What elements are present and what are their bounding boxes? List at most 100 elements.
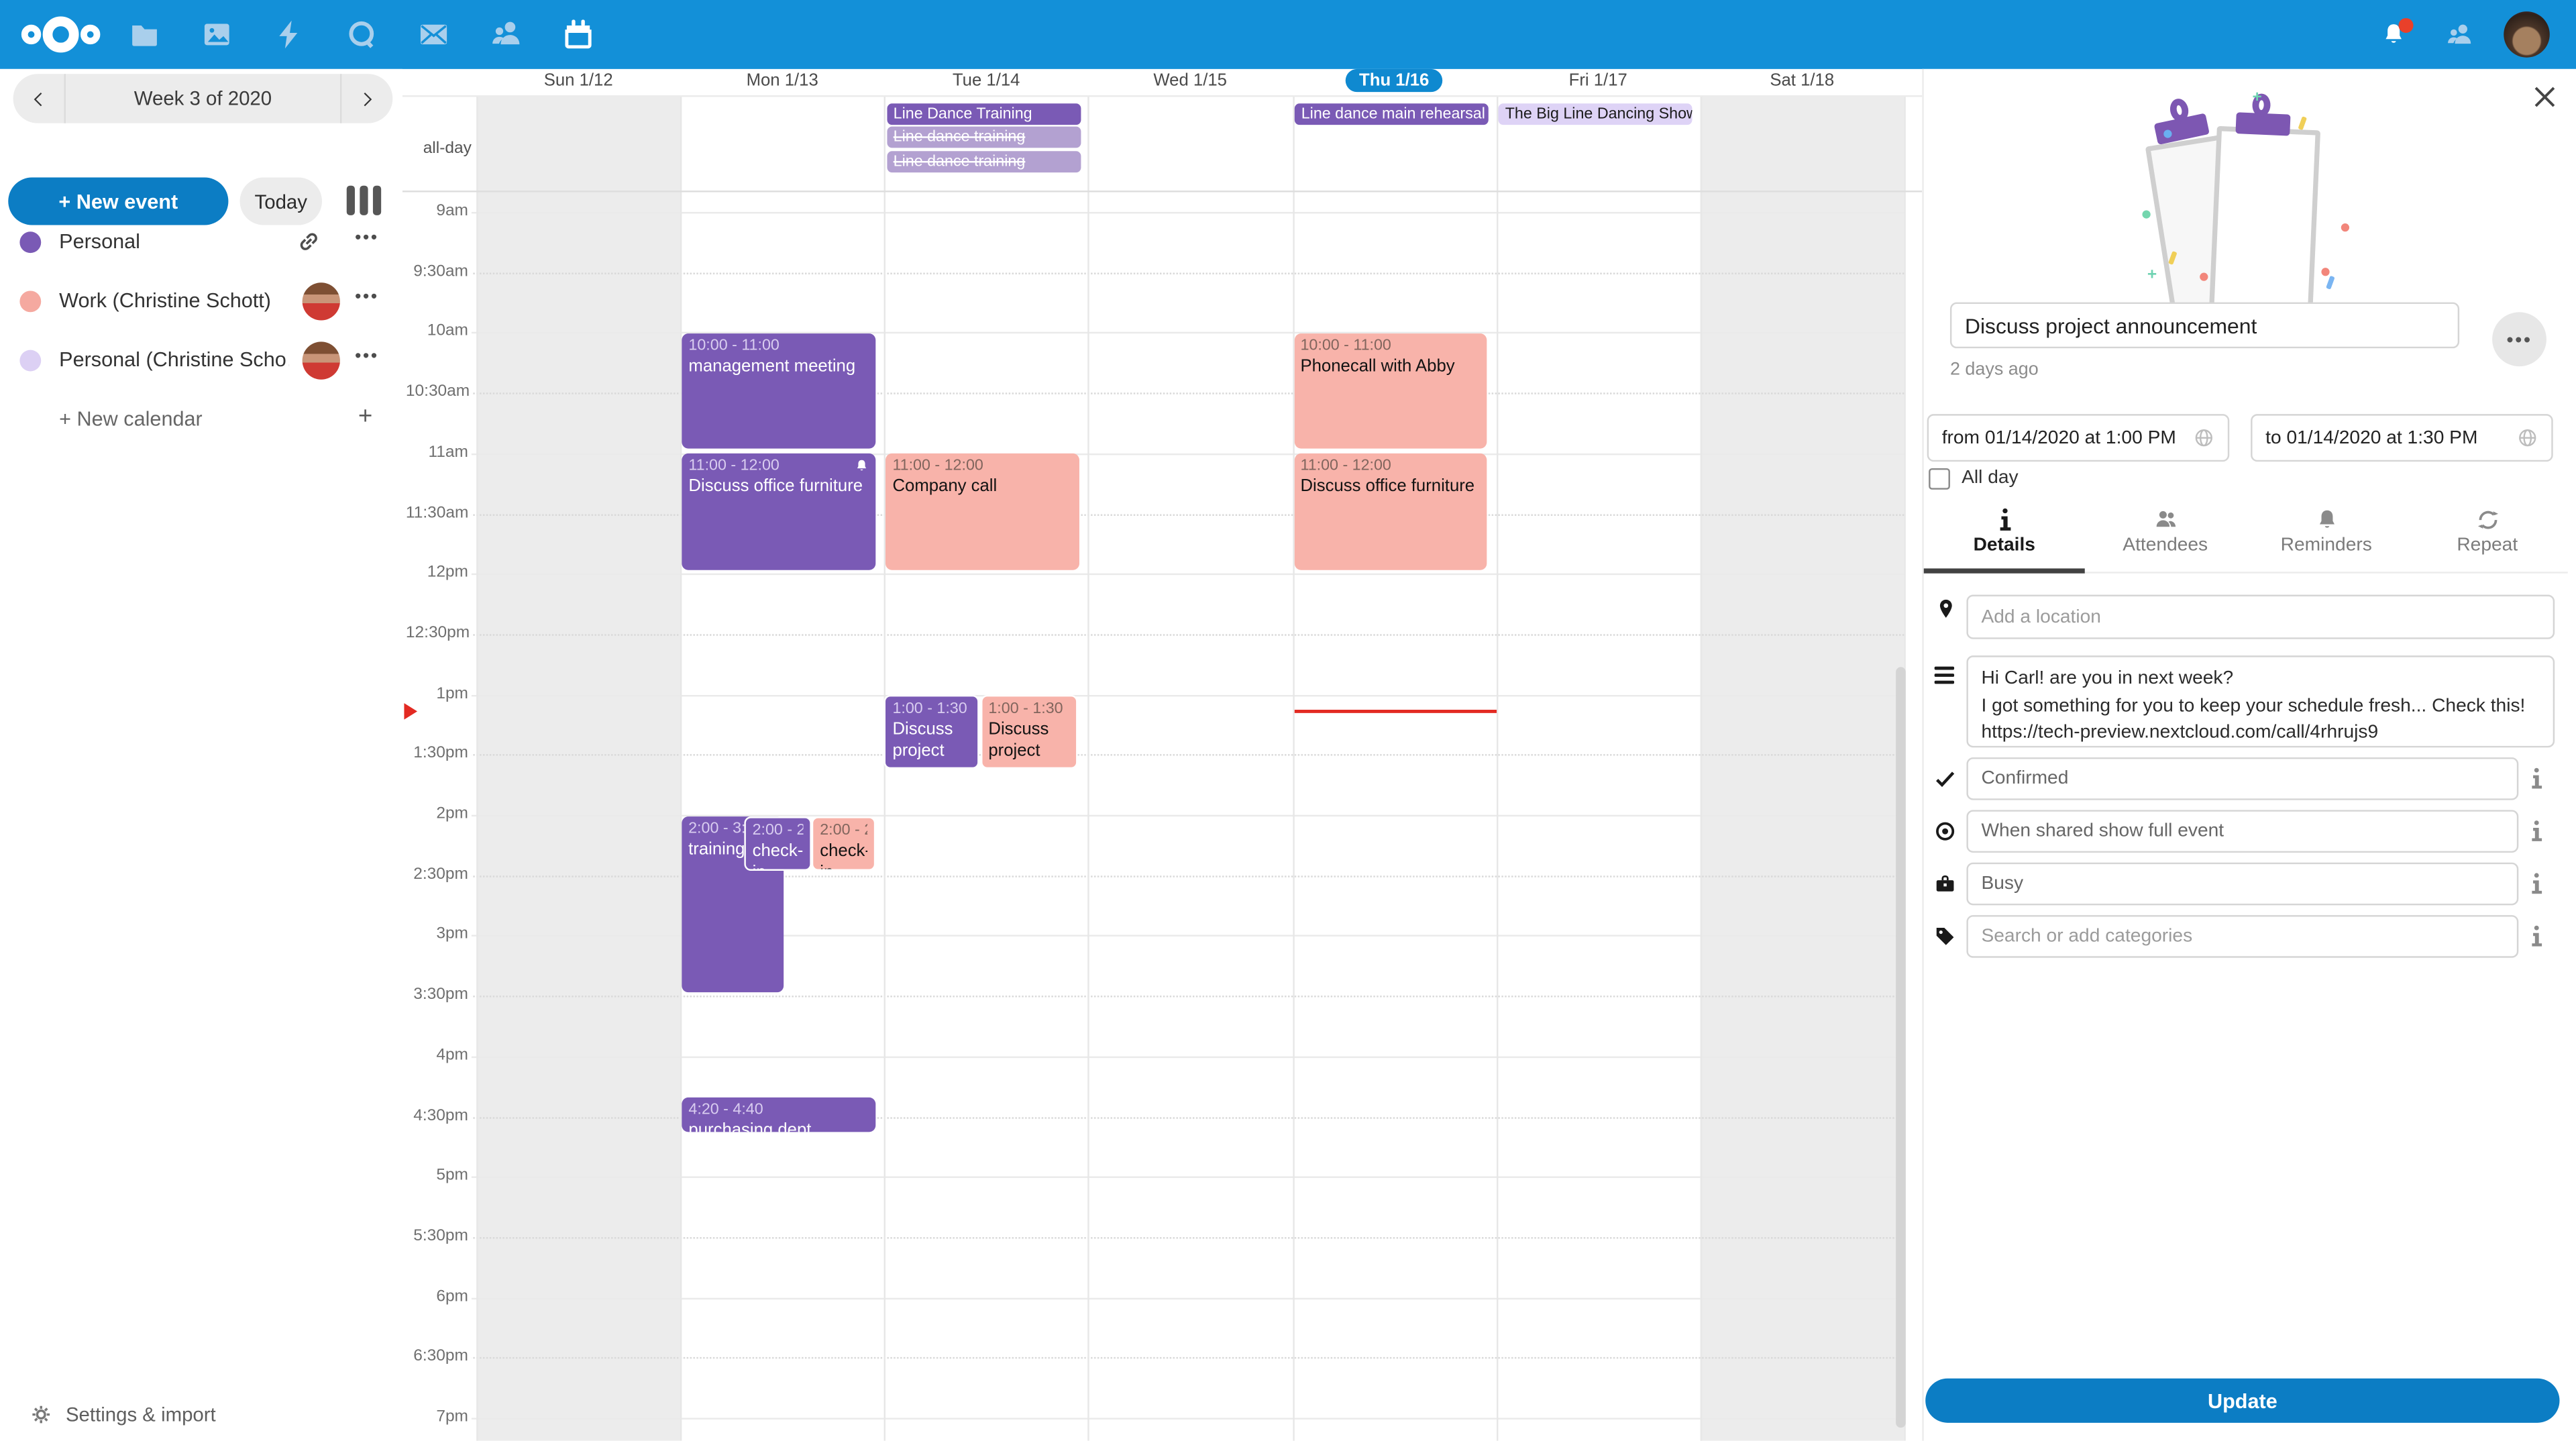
calendar-event[interactable]: 2:00 - 2:30check-in <box>744 816 812 871</box>
logo-circle-right <box>80 25 100 44</box>
allday-event[interactable]: Line dance main rehearsal <box>1295 103 1489 124</box>
time-axis-label: 6pm <box>402 1287 472 1305</box>
info-icon[interactable] <box>2528 767 2544 790</box>
nextcloud-logo[interactable] <box>21 15 101 54</box>
tab-repeat[interactable]: Repeat <box>2407 501 2568 572</box>
day-header: Tue 1/14 <box>884 69 1088 95</box>
contacts-icon[interactable] <box>490 18 523 51</box>
info-icon[interactable] <box>2528 925 2544 948</box>
week-label[interactable]: Week 3 of 2020 <box>64 74 342 123</box>
calendar-event[interactable]: 2:00 - 2:30 check-in <box>812 816 875 871</box>
start-datetime-input[interactable]: from 01/14/2020 at 1:00 PM <box>1927 414 2230 462</box>
week-view-toggle-icon[interactable] <box>347 186 381 215</box>
time-axis-label: 5:30pm <box>402 1227 472 1245</box>
day-header: Fri 1/17 <box>1496 69 1700 95</box>
files-icon[interactable] <box>128 18 161 51</box>
all-day-label: All day <box>1962 468 2019 488</box>
calendar-grid[interactable]: all-day9am9:30am10am10:30am11am11:30am12… <box>402 95 1922 1441</box>
calendar-menu-icon[interactable]: ••• <box>355 347 379 366</box>
calendar-list-item[interactable]: Work (Christine Schott)••• <box>0 273 402 332</box>
hour-gridline <box>402 212 1904 213</box>
time-axis-label: 2:30pm <box>402 865 472 884</box>
confetti-dot <box>2341 223 2349 231</box>
event-actions-menu-button[interactable]: ••• <box>2492 312 2546 366</box>
tab-attendees[interactable]: Attendees <box>2085 501 2246 572</box>
event-time: 2:00 - 2:30 <box>820 820 867 839</box>
calendar-menu-icon[interactable]: ••• <box>355 228 379 248</box>
allday-event[interactable]: Line Dance Training <box>887 103 1081 124</box>
activity-icon[interactable] <box>273 18 306 51</box>
hour-gridline <box>402 1056 1904 1057</box>
calendar-event[interactable]: 10:00 - 11:00management meeting <box>682 333 875 449</box>
info-icon[interactable] <box>2528 872 2544 895</box>
hour-gridline <box>402 333 1904 334</box>
allday-event[interactable]: The Big Line Dancing Show <box>1499 103 1693 124</box>
confetti-plus: + <box>2253 92 2266 105</box>
calendar-event[interactable]: 1:00 - 1:30Discuss project announcement <box>884 695 979 769</box>
next-week-button[interactable] <box>341 74 392 123</box>
event-time: 2:00 - 2:30 <box>753 820 804 839</box>
new-calendar-button[interactable]: + New calendar+ <box>0 391 402 450</box>
day-column-border <box>884 97 885 1440</box>
allday-event[interactable]: Line dance training <box>887 127 1081 148</box>
calendar-list-item[interactable]: Personal (Christine Scho…)••• <box>0 332 402 391</box>
close-icon[interactable] <box>2533 85 2556 108</box>
settings-and-import[interactable]: Settings & import <box>30 1403 216 1426</box>
grid-scrollbar[interactable] <box>1896 667 1907 1428</box>
update-button[interactable]: Update <box>1925 1379 2559 1423</box>
day-header: Sun 1/12 <box>476 69 680 95</box>
calendar-event[interactable]: 10:00 - 11:00Phonecall with Abby <box>1294 333 1487 449</box>
calendar-list-item[interactable]: Personal••• <box>0 213 402 272</box>
status-select-eye[interactable]: When shared show full event <box>1966 810 2518 853</box>
talk-icon[interactable] <box>345 18 378 51</box>
mail-icon[interactable] <box>417 18 450 51</box>
calendar-event[interactable]: 11:00 - 12:00Discuss office furniture <box>1294 454 1487 570</box>
user-avatar[interactable] <box>2504 11 2550 58</box>
share-link-icon[interactable] <box>296 228 322 254</box>
event-time: 1:00 - 1:30 <box>988 700 1070 718</box>
time-axis-label: 1pm <box>402 684 472 702</box>
contacts-menu-icon[interactable] <box>2445 21 2474 50</box>
day-header: Sat 1/18 <box>1700 69 1904 95</box>
tab-label: Details <box>1924 535 2085 555</box>
allday-axis-label: all-day <box>402 140 472 158</box>
bell-icon <box>2314 508 2339 533</box>
time-axis-label: 9am <box>402 202 472 220</box>
tab-details[interactable]: Details <box>1924 501 2085 572</box>
location-pin-icon <box>1935 595 1957 623</box>
confetti-dot <box>2163 129 2171 138</box>
allday-event[interactable]: Line dance training <box>887 151 1081 172</box>
calendar-event[interactable]: 11:00 - 12:00Company call <box>886 454 1079 570</box>
all-day-checkbox[interactable] <box>1929 468 1950 490</box>
calendar-menu-icon[interactable]: ••• <box>355 288 379 307</box>
tab-reminders[interactable]: Reminders <box>2246 501 2407 572</box>
status-select-check[interactable]: Confirmed <box>1966 757 2518 800</box>
status-select-briefcase[interactable]: Busy <box>1966 863 2518 906</box>
description-textarea[interactable]: Hi Carl! are you in next week? I got som… <box>1966 655 2555 747</box>
photos-icon[interactable] <box>201 18 233 51</box>
hour-gridline <box>402 453 1904 454</box>
calendar-event[interactable]: 11:00 - 12:00Discuss office furniture <box>682 454 875 570</box>
confetti-dot <box>2200 273 2208 281</box>
logo-circle-left <box>21 25 41 44</box>
time-axis-label: 3:30pm <box>402 986 472 1004</box>
calendar-event[interactable]: 4:20 - 4:40purchasing dept <box>682 1097 875 1132</box>
calendar-event[interactable]: 1:00 - 1:30Discuss project <box>980 695 1079 769</box>
status-select-tag[interactable]: Search or add categories <box>1966 915 2518 958</box>
reminder-bell-icon <box>854 459 869 474</box>
top-navigation-bar <box>0 0 2576 69</box>
hour-gridline <box>402 574 1904 575</box>
event-time: 4:20 - 4:40 <box>688 1100 868 1118</box>
event-title-input[interactable]: Discuss project announcement <box>1950 303 2459 349</box>
previous-week-button[interactable] <box>13 74 64 123</box>
info-icon <box>1992 508 2017 533</box>
info-icon[interactable] <box>2528 820 2544 843</box>
end-datetime-input[interactable]: to 01/14/2020 at 1:30 PM <box>2251 414 2553 462</box>
confetti-plus: + <box>2147 270 2161 283</box>
calendar-icon[interactable] <box>562 18 595 51</box>
week-navigation: Week 3 of 2020 <box>13 74 393 123</box>
plus-icon: + <box>358 403 372 431</box>
location-input[interactable]: Add a location <box>1966 595 2555 639</box>
time-axis-label: 10:30am <box>402 383 472 401</box>
event-title: check-in <box>820 841 867 871</box>
